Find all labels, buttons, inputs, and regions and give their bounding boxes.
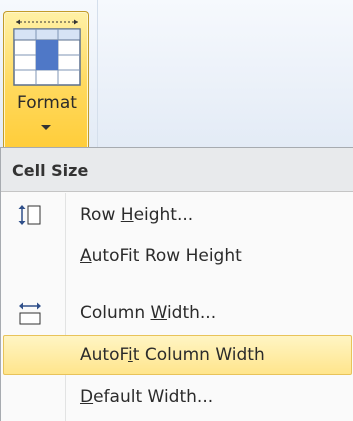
column-width-icon: [19, 302, 41, 325]
ribbon: Format: [0, 0, 353, 148]
format-table-icon: [13, 19, 81, 86]
menu-item-label: Default Width...: [80, 387, 214, 407]
chevron-down-icon: [41, 125, 51, 130]
format-button[interactable]: Format: [3, 11, 89, 148]
menu-item-label: Row Height...: [80, 205, 194, 225]
menu-item-row-height[interactable]: Row Height...: [3, 195, 352, 235]
menu-item-autofit-column-width[interactable]: AutoFit Column Width: [3, 335, 352, 375]
menu-item-label: Column Width...: [80, 303, 217, 323]
menu-item-label: AutoFit Row Height: [80, 246, 242, 266]
menu-item-default-width[interactable]: Default Width...: [3, 377, 352, 417]
menu-item-column-width[interactable]: Column Width...: [3, 293, 352, 333]
menu-item-autofit-row-height[interactable]: AutoFit Row Height: [3, 236, 352, 276]
row-height-icon: [18, 205, 41, 225]
format-dropdown-menu: Cell Size Row Height... AutoFit Row Heig…: [0, 147, 353, 421]
menu-item-label: AutoFit Column Width: [80, 345, 265, 365]
ribbon-separator: [97, 0, 98, 148]
section-title: Cell Size: [12, 161, 89, 180]
format-button-label: Format: [17, 93, 77, 113]
menu-section-header: Cell Size: [1, 148, 353, 192]
